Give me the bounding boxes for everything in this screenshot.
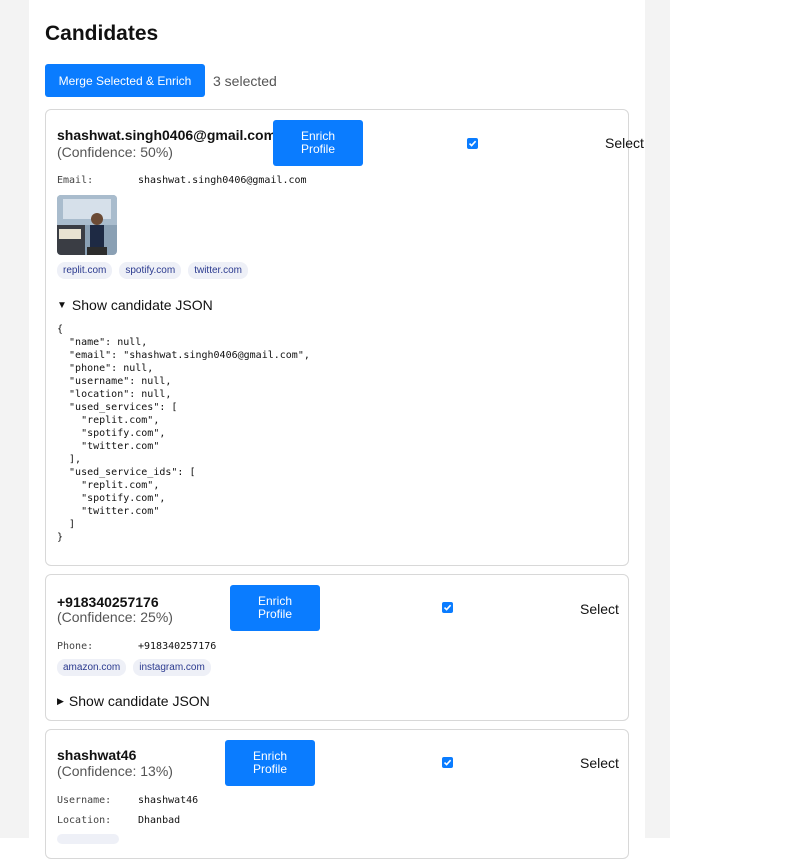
select-label: Select [605,135,644,151]
checkmark-icon [468,140,477,147]
json-toggle[interactable]: ▶ Show candidate JSON [57,693,210,709]
service-tag: instagram.com [133,659,211,676]
service-tag: amazon.com [57,659,127,676]
select-checkbox[interactable] [467,138,478,149]
checkmark-icon [443,759,452,766]
field-value-email: shashwat.singh0406@gmail.com [138,175,307,186]
service-tags: replit.com spotify.com twitter.com [57,262,248,279]
checkmark-icon [443,604,452,611]
page-title: Candidates [45,22,159,45]
select-label: Select [580,601,619,617]
candidate-name: shashwat.singh0406@gmail.com [57,127,277,143]
field-label-email: Email: [57,175,94,186]
field-value-username: shashwat46 [138,795,199,806]
service-tag: spotify.com [119,262,182,279]
select-checkbox[interactable] [442,757,453,768]
json-toggle-label: Show candidate JSON [71,297,213,313]
json-toggle-label: Show candidate JSON [68,693,210,709]
service-tag: twitter.com [188,262,248,279]
candidate-name: shashwat46 [57,747,137,763]
field-value-phone: +918340257176 [138,641,217,652]
candidate-confidence: (Confidence: 25%) [57,609,173,625]
profile-photo [57,195,117,255]
field-label-username: Username: [57,795,112,806]
enrich-profile-button[interactable]: Enrich Profile [230,585,320,631]
merge-enrich-button[interactable]: Merge Selected & Enrich [45,64,205,97]
field-label-phone: Phone: [57,641,94,652]
candidate-confidence: (Confidence: 50%) [57,144,173,160]
select-label: Select [580,755,619,771]
field-value-location: Dhanbad [138,815,181,826]
candidate-json: { "name": null, "email": "shashwat.singh… [57,324,310,543]
candidate-card: shashwat.singh0406@gmail.com (Confidence… [45,109,644,566]
candidate-confidence: (Confidence: 13%) [57,763,173,779]
selected-count: 3 selected [213,73,277,89]
service-tag: replit.com [57,262,113,279]
select-checkbox[interactable] [442,602,453,613]
candidate-card: shashwat46 (Confidence: 13%) Enrich Prof… [45,729,629,859]
enrich-profile-button[interactable]: Enrich Profile [225,740,315,786]
candidate-card: +918340257176 (Confidence: 25%) Enrich P… [45,574,629,721]
triangle-down-icon: ▼ [57,299,67,311]
field-label-location: Location: [57,815,112,826]
page-gutter-left [0,0,29,838]
json-toggle[interactable]: ▼ Show candidate JSON [57,297,213,313]
candidate-name: +918340257176 [57,594,159,610]
service-tags: amazon.com instagram.com [57,659,211,676]
page-gutter-right [645,0,670,838]
enrich-profile-button[interactable]: Enrich Profile [273,120,363,166]
triangle-right-icon: ▶ [57,695,64,706]
candidate-header: shashwat46 (Confidence: 13%) [57,747,217,779]
service-tag-partial [57,834,119,844]
